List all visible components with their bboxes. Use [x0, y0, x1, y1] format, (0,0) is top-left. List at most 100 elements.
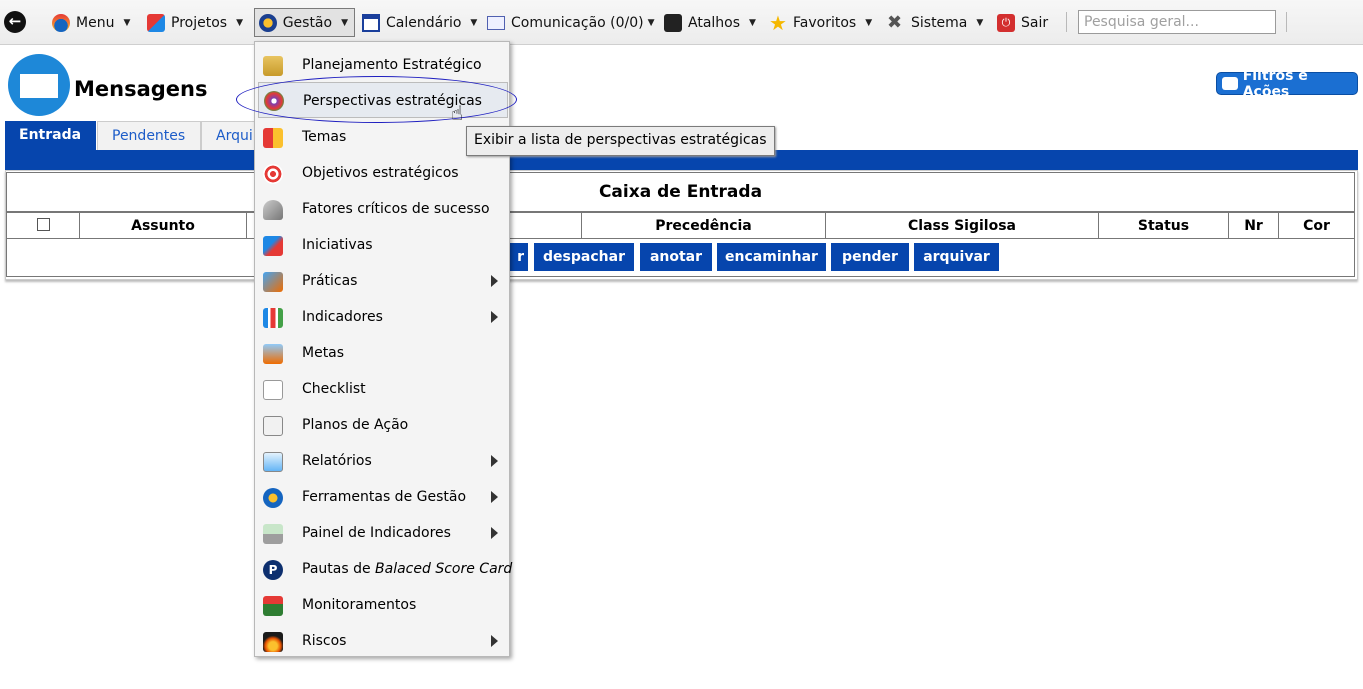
submenu-arrow-icon	[491, 635, 498, 647]
menu-item-relatorios[interactable]: Relatórios	[255, 444, 509, 480]
menu-item-indicadores[interactable]: Indicadores	[255, 300, 509, 336]
top-menubar: ← Menu ▼ Projetos ▼ Gestão ▼ Calendário …	[0, 0, 1363, 45]
despachar-button[interactable]: despachar	[534, 243, 634, 271]
menu-item-fatores-criticos[interactable]: Fatores críticos de sucesso	[255, 192, 509, 228]
menu-item-comunicacao[interactable]: Comunicação (0/0) ▼	[487, 8, 655, 37]
menu-item-label: Planos de Ação	[302, 417, 409, 433]
column-header-precedencia[interactable]: Precedência	[581, 212, 826, 239]
anotar-button[interactable]: anotar	[640, 243, 712, 271]
bsc-icon: P	[263, 560, 283, 580]
gestao-icon	[259, 13, 277, 32]
mail-logo-icon	[8, 54, 70, 116]
drop-icon	[52, 13, 70, 32]
back-arrow-icon[interactable]: ←	[4, 11, 26, 33]
menu-item-atalhos[interactable]: Atalhos ▼	[664, 8, 756, 37]
page-title: Mensagens	[74, 77, 208, 101]
calendar-icon	[362, 13, 380, 32]
envelope-icon	[1222, 77, 1238, 90]
tab-arquivadas[interactable]: Arqui	[201, 121, 259, 151]
menu-item-projetos[interactable]: Projetos ▼	[147, 8, 243, 37]
star-icon: ★	[769, 10, 787, 35]
report-icon	[263, 452, 283, 472]
submenu-arrow-icon	[491, 527, 498, 539]
menu-item-label: Temas	[302, 129, 347, 145]
chevron-down-icon: ▼	[647, 17, 655, 28]
submenu-arrow-icon	[491, 455, 498, 467]
tab-entrada[interactable]: Entrada	[5, 121, 97, 151]
chevron-down-icon: ▼	[976, 17, 984, 28]
search-input[interactable]	[1078, 10, 1276, 34]
menu-item-label: Atalhos	[688, 14, 741, 31]
column-header-status[interactable]: Status	[1098, 212, 1229, 239]
menu-item-sair[interactable]: ⏻ Sair	[997, 8, 1048, 37]
menu-item-label: Calendário	[386, 14, 462, 31]
chevron-down-icon: ▼	[123, 17, 131, 28]
menu-item-label: Checklist	[302, 381, 366, 397]
themes-icon	[263, 128, 283, 148]
submenu-arrow-icon	[491, 491, 498, 503]
menubar-divider	[1286, 12, 1287, 32]
dashboard-icon	[263, 524, 283, 544]
select-all-checkbox[interactable]	[36, 218, 50, 231]
menu-item-favoritos[interactable]: ★ Favoritos ▼	[769, 8, 872, 37]
menu-item-label: Relatórios	[302, 453, 372, 469]
menu-item-painel-de-indicadores[interactable]: Painel de Indicadores	[255, 516, 509, 552]
menu-item-riscos[interactable]: Riscos	[255, 624, 509, 660]
menu-item-iniciativas[interactable]: Iniciativas	[255, 228, 509, 264]
menu-item-label: Indicadores	[302, 309, 383, 325]
menu-item-sistema[interactable]: ✖ Sistema ▼	[887, 8, 983, 37]
menu-item-gestao[interactable]: Gestão ▼	[254, 8, 355, 37]
puzzle-icon	[147, 13, 165, 32]
chevron-down-icon: ▼	[470, 17, 478, 28]
menu-item-label: Gestão	[282, 14, 333, 31]
menu-item-label: Objetivos estratégicos	[302, 165, 459, 181]
shortcut-icon	[664, 13, 682, 32]
tools-globe-icon	[263, 488, 283, 508]
menu-item-ferramentas-de-gestao[interactable]: Ferramentas de Gestão	[255, 480, 509, 516]
envelope-icon	[487, 15, 505, 30]
menubar-divider	[1066, 12, 1067, 32]
column-header-assunto[interactable]: Assunto	[79, 212, 247, 239]
menu-item-label: Comunicação (0/0)	[511, 14, 644, 31]
column-header-nr[interactable]: Nr	[1228, 212, 1279, 239]
tab-pendentes[interactable]: Pendentes	[97, 121, 201, 151]
submenu-arrow-icon	[491, 275, 498, 287]
menu-item-praticas[interactable]: Práticas	[255, 264, 509, 300]
column-header-cor[interactable]: Cor	[1278, 212, 1355, 239]
pautas-prefix: Pautas de	[302, 561, 376, 577]
practices-icon	[263, 272, 283, 292]
menu-item-label: Iniciativas	[302, 237, 373, 253]
checklist-icon	[263, 380, 283, 400]
pender-button[interactable]: pender	[831, 243, 909, 271]
menu-item-menu[interactable]: Menu ▼	[52, 8, 130, 37]
filters-actions-button[interactable]: Filtros e Ações	[1216, 68, 1358, 100]
document-icon	[263, 416, 283, 436]
chevron-down-icon: ▼	[341, 17, 348, 28]
fire-icon	[263, 632, 283, 652]
menu-item-label: Projetos	[171, 14, 228, 31]
menu-item-metas[interactable]: Metas	[255, 336, 509, 372]
select-all-header	[6, 212, 80, 239]
menu-item-label: Planejamento Estratégico	[302, 57, 482, 73]
pautas-italic: Balaced Score Card	[375, 561, 513, 577]
menu-item-label: Práticas	[302, 273, 358, 289]
menu-item-planos-de-acao[interactable]: Planos de Ação	[255, 408, 509, 444]
power-icon: ⏻	[997, 13, 1015, 32]
folder-icon	[263, 56, 283, 76]
encaminhar-button[interactable]: encaminhar	[717, 243, 826, 271]
chevron-down-icon: ▼	[865, 17, 873, 28]
chart-arrow-icon	[263, 236, 283, 256]
menu-item-pautas-bsc[interactable]: P Pautas de Balaced Score Card	[255, 552, 513, 588]
menu-item-calendario[interactable]: Calendário ▼	[362, 8, 477, 37]
menu-item-monitoramentos[interactable]: Monitoramentos	[255, 588, 509, 624]
menu-item-objetivos-estrategicos[interactable]: Objetivos estratégicos	[255, 156, 509, 192]
arquivar-button[interactable]: arquivar	[914, 243, 999, 271]
tooltip: Exibir a lista de perspectivas estratégi…	[466, 126, 775, 156]
menu-item-label: Ferramentas de Gestão	[302, 489, 467, 505]
filters-actions-label: Filtros e Ações	[1242, 67, 1308, 100]
menu-item-label: Painel de Indicadores	[302, 525, 451, 541]
chevron-down-icon: ▼	[236, 17, 243, 28]
menu-item-label: Favoritos	[793, 14, 857, 31]
column-header-class-sigilosa[interactable]: Class Sigilosa	[825, 212, 1099, 239]
menu-item-checklist[interactable]: Checklist	[255, 372, 509, 408]
